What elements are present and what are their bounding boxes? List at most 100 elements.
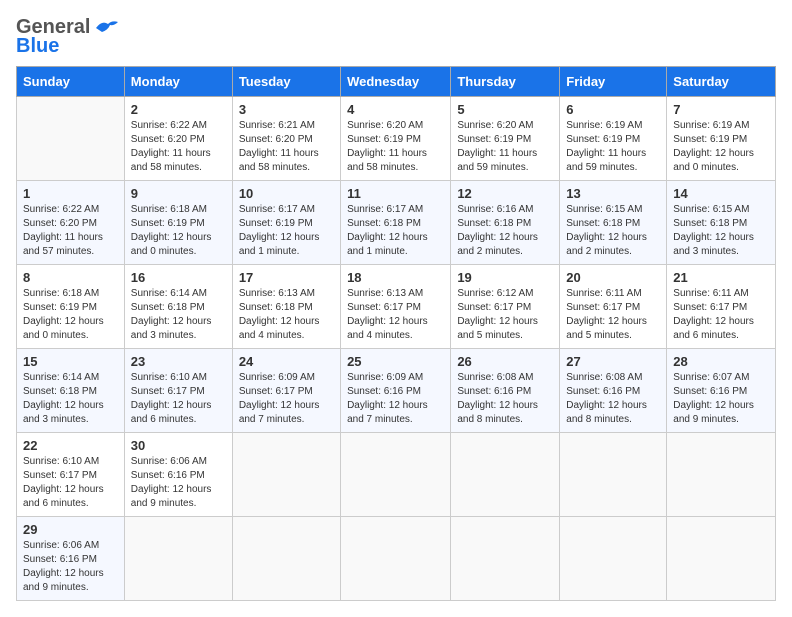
table-row: 13 Sunrise: 6:15 AMSunset: 6:18 PMDayligh… [560, 181, 667, 265]
table-row: 26Sunrise: 6:08 AMSunset: 6:16 PMDayligh… [451, 349, 560, 433]
day-detail: Sunrise: 6:10 AMSunset: 6:17 PMDaylight:… [23, 455, 118, 511]
col-header-friday: Friday [560, 67, 667, 97]
day-detail: Sunrise: 6:06 AMSunset: 6:16 PMDaylight:… [23, 539, 118, 595]
day-number: 5 [457, 102, 553, 117]
day-number: 13 [566, 186, 660, 201]
day-number: 26 [457, 354, 553, 369]
day-detail: Sunrise: 6:13 AMSunset: 6:18 PMDaylight:… [239, 287, 334, 343]
day-detail: Sunrise: 6:12 AMSunset: 6:17 PMDaylight:… [457, 287, 553, 343]
day-number: 4 [347, 102, 444, 117]
day-number: 2 [131, 102, 226, 117]
day-number: 7 [673, 102, 769, 117]
table-row: 10 Sunrise: 6:17 AMSunset: 6:19 PMDayligh… [232, 181, 340, 265]
day-detail: Sunrise: 6:18 AMSunset: 6:19 PMDaylight:… [23, 287, 118, 343]
table-row: 22 Sunrise: 6:10 AMSunset: 6:17 PMDayligh… [17, 433, 125, 517]
day-number: 28 [673, 354, 769, 369]
day-detail: Sunrise: 6:18 AMSunset: 6:19 PMDaylight:… [131, 203, 226, 259]
table-row: 25 Sunrise: 6:09 AMSunset: 6:16 PMDayligh… [341, 349, 451, 433]
day-detail: Sunrise: 6:11 AMSunset: 6:17 PMDaylight:… [673, 287, 769, 343]
col-header-thursday: Thursday [451, 67, 560, 97]
day-detail: Sunrise: 6:20 AMSunset: 6:19 PMDaylight:… [347, 119, 444, 175]
day-number: 22 [23, 438, 118, 453]
table-row: 28 Sunrise: 6:07 AMSunset: 6:16 PMDayligh… [667, 349, 776, 433]
day-number: 1 [23, 186, 118, 201]
day-number: 27 [566, 354, 660, 369]
day-detail: Sunrise: 6:20 AMSunset: 6:19 PMDaylight:… [457, 119, 553, 175]
day-number: 18 [347, 270, 444, 285]
day-detail: Sunrise: 6:21 AMSunset: 6:20 PMDaylight:… [239, 119, 334, 175]
table-row: 23 Sunrise: 6:10 AMSunset: 6:17 PMDayligh… [124, 349, 232, 433]
day-detail: Sunrise: 6:14 AMSunset: 6:18 PMDaylight:… [23, 371, 118, 427]
table-row [232, 433, 340, 517]
table-row: 27Sunrise: 6:08 AMSunset: 6:16 PMDayligh… [560, 349, 667, 433]
day-number: 16 [131, 270, 226, 285]
day-number: 3 [239, 102, 334, 117]
day-number: 29 [23, 522, 118, 537]
table-row: 14Sunrise: 6:15 AMSunset: 6:18 PMDayligh… [667, 181, 776, 265]
table-row [341, 433, 451, 517]
table-row: 5 Sunrise: 6:20 AMSunset: 6:19 PMDaylight… [451, 97, 560, 181]
table-row: 8 Sunrise: 6:18 AMSunset: 6:19 PMDaylight… [17, 265, 125, 349]
day-detail: Sunrise: 6:17 AMSunset: 6:18 PMDaylight:… [347, 203, 444, 259]
day-detail: Sunrise: 6:11 AMSunset: 6:17 PMDaylight:… [566, 287, 660, 343]
day-detail: Sunrise: 6:15 AMSunset: 6:18 PMDaylight:… [566, 203, 660, 259]
table-row [667, 433, 776, 517]
col-header-wednesday: Wednesday [341, 67, 451, 97]
table-row: 9 Sunrise: 6:18 AMSunset: 6:19 PMDaylight… [124, 181, 232, 265]
table-row: 2 Sunrise: 6:22 AMSunset: 6:20 PMDaylight… [124, 97, 232, 181]
table-row: 19Sunrise: 6:12 AMSunset: 6:17 PMDayligh… [451, 265, 560, 349]
table-row: 12Sunrise: 6:16 AMSunset: 6:18 PMDayligh… [451, 181, 560, 265]
table-row: 18 Sunrise: 6:13 AMSunset: 6:17 PMDayligh… [341, 265, 451, 349]
logo: General Blue [16, 16, 120, 58]
day-detail: Sunrise: 6:07 AMSunset: 6:16 PMDaylight:… [673, 371, 769, 427]
day-number: 6 [566, 102, 660, 117]
table-row [341, 517, 451, 601]
table-row: 4 Sunrise: 6:20 AMSunset: 6:19 PMDaylight… [341, 97, 451, 181]
table-row [232, 517, 340, 601]
day-detail: Sunrise: 6:10 AMSunset: 6:17 PMDaylight:… [131, 371, 226, 427]
table-row: 6Sunrise: 6:19 AMSunset: 6:19 PMDaylight… [560, 97, 667, 181]
day-detail: Sunrise: 6:22 AMSunset: 6:20 PMDaylight:… [131, 119, 226, 175]
table-row: 11 Sunrise: 6:17 AMSunset: 6:18 PMDayligh… [341, 181, 451, 265]
col-header-saturday: Saturday [667, 67, 776, 97]
table-row [667, 517, 776, 601]
table-row [560, 517, 667, 601]
day-detail: Sunrise: 6:16 AMSunset: 6:18 PMDaylight:… [457, 203, 553, 259]
table-row [560, 433, 667, 517]
day-detail: Sunrise: 6:22 AMSunset: 6:20 PMDaylight:… [23, 203, 118, 259]
table-row: 1 Sunrise: 6:22 AMSunset: 6:20 PMDaylight… [17, 181, 125, 265]
day-number: 11 [347, 186, 444, 201]
day-detail: Sunrise: 6:09 AMSunset: 6:16 PMDaylight:… [347, 371, 444, 427]
day-number: 30 [131, 438, 226, 453]
day-number: 25 [347, 354, 444, 369]
table-row: 17 Sunrise: 6:13 AMSunset: 6:18 PMDayligh… [232, 265, 340, 349]
day-number: 24 [239, 354, 334, 369]
table-row [451, 517, 560, 601]
table-row: 7 Sunrise: 6:19 AMSunset: 6:19 PMDaylight… [667, 97, 776, 181]
table-row [451, 433, 560, 517]
table-row: 24 Sunrise: 6:09 AMSunset: 6:17 PMDayligh… [232, 349, 340, 433]
day-detail: Sunrise: 6:15 AMSunset: 6:18 PMDaylight:… [673, 203, 769, 259]
col-header-monday: Monday [124, 67, 232, 97]
day-number: 23 [131, 354, 226, 369]
day-number: 15 [23, 354, 118, 369]
col-header-sunday: Sunday [17, 67, 125, 97]
day-number: 17 [239, 270, 334, 285]
calendar-table: SundayMondayTuesdayWednesdayThursdayFrid… [16, 66, 776, 601]
day-number: 10 [239, 186, 334, 201]
day-number: 8 [23, 270, 118, 285]
day-detail: Sunrise: 6:17 AMSunset: 6:19 PMDaylight:… [239, 203, 334, 259]
table-row: 3 Sunrise: 6:21 AMSunset: 6:20 PMDaylight… [232, 97, 340, 181]
table-row: 21Sunrise: 6:11 AMSunset: 6:17 PMDayligh… [667, 265, 776, 349]
day-detail: Sunrise: 6:06 AMSunset: 6:16 PMDaylight:… [131, 455, 226, 511]
table-row: 15 Sunrise: 6:14 AMSunset: 6:18 PMDayligh… [17, 349, 125, 433]
table-row: 30 Sunrise: 6:06 AMSunset: 6:16 PMDayligh… [124, 433, 232, 517]
day-detail: Sunrise: 6:19 AMSunset: 6:19 PMDaylight:… [673, 119, 769, 175]
day-number: 20 [566, 270, 660, 285]
day-detail: Sunrise: 6:09 AMSunset: 6:17 PMDaylight:… [239, 371, 334, 427]
logo-blue: Blue [16, 35, 59, 58]
day-number: 9 [131, 186, 226, 201]
table-row [17, 97, 125, 181]
day-detail: Sunrise: 6:13 AMSunset: 6:17 PMDaylight:… [347, 287, 444, 343]
table-row [124, 517, 232, 601]
